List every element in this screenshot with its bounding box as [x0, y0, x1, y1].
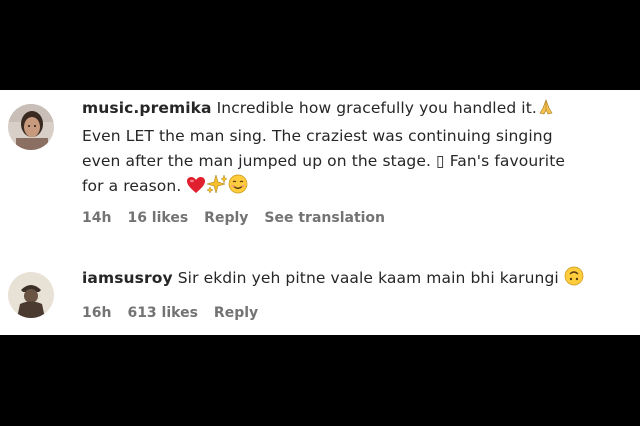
comment-time: 14h — [82, 210, 112, 226]
reply-button[interactable]: Reply — [204, 210, 248, 226]
comment-meta: 16h 613 likes Reply — [82, 305, 632, 321]
comment-meta: 14h 16 likes Reply See translation — [82, 210, 632, 226]
comment-text: iamsusroy Sir ekdin yeh pitne vaale kaam … — [82, 266, 632, 294]
reply-button[interactable]: Reply — [214, 305, 258, 321]
pray-emoji-icon — [537, 98, 555, 124]
sparkles-emoji-icon — [206, 174, 228, 202]
avatar[interactable] — [8, 104, 54, 150]
comment-line-2: Even LET the man sing. The craziest was … — [82, 127, 553, 145]
comment-time: 16h — [82, 305, 112, 321]
likes-count[interactable]: 613 likes — [127, 305, 197, 321]
avatar-photo-icon — [8, 272, 54, 318]
username[interactable]: music.premika — [82, 99, 212, 117]
avatar[interactable] — [8, 272, 54, 318]
see-translation-button[interactable]: See translation — [264, 210, 385, 226]
comment-line-1: Incredible how gracefully you handled it… — [216, 99, 537, 117]
avatar-photo-icon — [8, 104, 54, 150]
comment-line-4: for a reason. — [82, 177, 182, 195]
comments-panel: music.premika Incredible how gracefully y… — [0, 90, 640, 335]
comment-line-1: Sir ekdin yeh pitne vaale kaam main bhi … — [177, 269, 559, 287]
upside-down-face-emoji-icon — [564, 266, 584, 294]
smiling-face-emoji-icon — [228, 174, 248, 202]
comment-text: music.premika Incredible how gracefully y… — [82, 96, 632, 202]
comment-line-3: even after the man jumped up on the stag… — [82, 152, 566, 170]
red-heart-emoji-icon — [186, 176, 206, 202]
username[interactable]: iamsusroy — [82, 269, 173, 287]
likes-count[interactable]: 16 likes — [127, 210, 188, 226]
